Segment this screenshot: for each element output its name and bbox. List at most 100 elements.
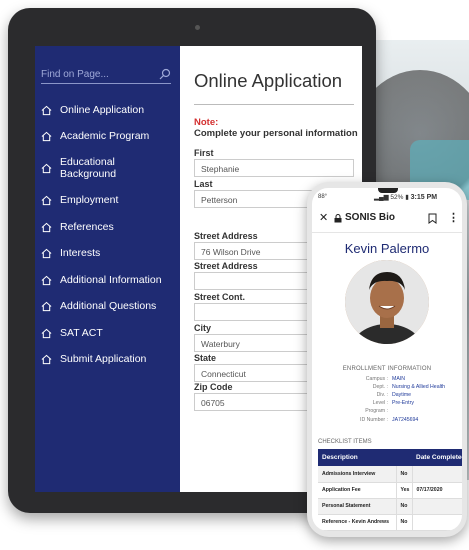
first-name-field[interactable]: Stephanie [194, 159, 354, 177]
bookmark-icon[interactable] [428, 213, 437, 224]
sidebar-item-additional-questions[interactable]: Additional Questions [41, 300, 156, 312]
checklist-date [412, 498, 462, 515]
campus-label: Campus : [365, 376, 388, 382]
sidebar-item-employment[interactable]: Employment [41, 194, 118, 206]
last-name-label: Last [194, 179, 213, 189]
zip-code-label: Zip Code [194, 382, 233, 392]
weather-temp: 88° [318, 194, 328, 200]
sidebar-item-references[interactable]: References [41, 221, 114, 233]
home-icon [41, 131, 52, 141]
checklist-status: No [396, 514, 413, 531]
sidebar-item-online-application[interactable]: Online Application [41, 104, 144, 116]
div-label: Div. : [376, 392, 388, 398]
sidebar-item-interests[interactable]: Interests [41, 247, 100, 259]
status-right: ▂▄▆ 52% ▮ 3:15 PM [374, 193, 437, 201]
table-row: Application Fee Yes 07/17/2020 [318, 482, 462, 499]
browser-title: SONIS Bio [345, 212, 396, 223]
home-icon [41, 163, 52, 173]
street-address-label: Street Address [194, 231, 258, 241]
find-placeholder: Find on Page... [41, 69, 109, 80]
column-header [396, 449, 412, 466]
home-icon [41, 328, 52, 338]
sidebar: Find on Page... Online Application Acade… [35, 46, 180, 492]
sidebar-item-label: Additional Questions [60, 300, 157, 312]
sidebar-item-label: Employment [60, 194, 119, 206]
id-number-label: ID Number : [360, 417, 388, 423]
more-icon[interactable]: ⋮ [448, 211, 459, 224]
street-cont-label: Street Cont. [194, 292, 246, 302]
home-icon [41, 275, 52, 285]
status-bar: 88° ▂▄▆ 52% ▮ 3:15 PM [312, 188, 462, 204]
search-icon[interactable] [159, 68, 171, 80]
state-label: State [194, 353, 217, 363]
level-value: Pre-Entry [392, 400, 414, 406]
table-row: Reference - Kevin Andrews No [318, 514, 462, 531]
home-icon [41, 301, 52, 311]
sidebar-item-label: Additional Information [60, 274, 162, 286]
column-header: Date Completed [412, 449, 462, 466]
dept-value: Nursing & Allied Health [392, 384, 446, 390]
enrollment-heading: ENROLLMENT INFORMATION [342, 366, 432, 372]
sidebar-item-label: References [60, 221, 114, 233]
home-icon [41, 195, 52, 205]
lock-icon [334, 214, 342, 223]
city-label: City [194, 323, 212, 333]
checklist-desc: Reference - Kevin Andrews [318, 514, 397, 531]
table-row: Personal Statement No [318, 498, 462, 515]
avatar [345, 260, 429, 344]
student-name: Kevin Palermo [344, 241, 430, 256]
div-value: Daytime [392, 392, 412, 398]
browser-toolbar: ✕ SONIS Bio ⋮ [312, 208, 462, 230]
sidebar-item-submit-application[interactable]: Submit Application [41, 353, 146, 365]
sidebar-item-label: Academic Program [60, 130, 150, 142]
sidebar-item-educational-background[interactable]: Educational Background [41, 156, 141, 180]
column-header: Description [318, 449, 396, 466]
street-address-2-label: Street Address [194, 261, 258, 271]
checklist-status: Yes [396, 482, 413, 499]
checklist-status: No [396, 466, 413, 483]
sidebar-item-label: Submit Application [60, 353, 147, 365]
sidebar-item-label: Online Application [60, 104, 145, 116]
checklist-date [412, 514, 462, 531]
checklist-desc: Admissions Interview [318, 466, 397, 483]
home-icon [41, 222, 52, 232]
sidebar-item-label: Educational Background [60, 156, 117, 180]
program-label: Program : [365, 408, 388, 414]
divider [194, 104, 354, 105]
note-label: Note: [194, 117, 219, 128]
table-header: Description Date Completed [318, 449, 462, 466]
campus-value: MAIN [392, 376, 405, 382]
checklist-table: Description Date Completed Admissions In… [318, 449, 462, 531]
sidebar-item-additional-information[interactable]: Additional Information [41, 274, 162, 286]
phone-screen: 88° ▂▄▆ 52% ▮ 3:15 PM ✕ SONIS Bio ⋮ Kevi… [312, 188, 462, 531]
camera-icon [195, 25, 200, 30]
page-title: Online Application [194, 70, 343, 91]
first-name-label: First [194, 148, 214, 158]
sidebar-item-label: Interests [60, 247, 101, 259]
checklist-date: 07/17/2020 [412, 482, 462, 499]
table-row: Admissions Interview No [318, 466, 462, 483]
sidebar-item-academic-program[interactable]: Academic Program [41, 130, 149, 142]
checklist-heading: CHECKLIST ITEMS [318, 439, 372, 445]
close-icon[interactable]: ✕ [319, 211, 328, 224]
avatar-portrait-icon [345, 260, 429, 344]
sidebar-item-sat-act[interactable]: SAT ACT [41, 327, 103, 339]
home-icon [41, 105, 52, 115]
divider [312, 232, 462, 233]
note-text: Complete your personal information [194, 128, 358, 139]
checklist-desc: Application Fee [318, 482, 397, 499]
checklist-desc: Personal Statement [318, 498, 397, 515]
battery-level: 52% [390, 194, 404, 201]
signal-icon: ▂▄▆ [374, 194, 391, 201]
sidebar-item-label: SAT ACT [60, 327, 103, 339]
home-icon [41, 354, 52, 364]
level-label: Level : [372, 400, 388, 406]
find-on-page-input[interactable]: Find on Page... [41, 68, 171, 84]
phone-device: 88° ▂▄▆ 52% ▮ 3:15 PM ✕ SONIS Bio ⋮ Kevi… [307, 182, 467, 537]
dept-label: Dept. : [372, 384, 388, 390]
id-number-value: JA7245694 [392, 417, 419, 423]
checklist-date [412, 466, 462, 483]
home-icon [41, 248, 52, 258]
clock: 3:15 PM [410, 194, 438, 201]
checklist-status: No [396, 498, 413, 515]
